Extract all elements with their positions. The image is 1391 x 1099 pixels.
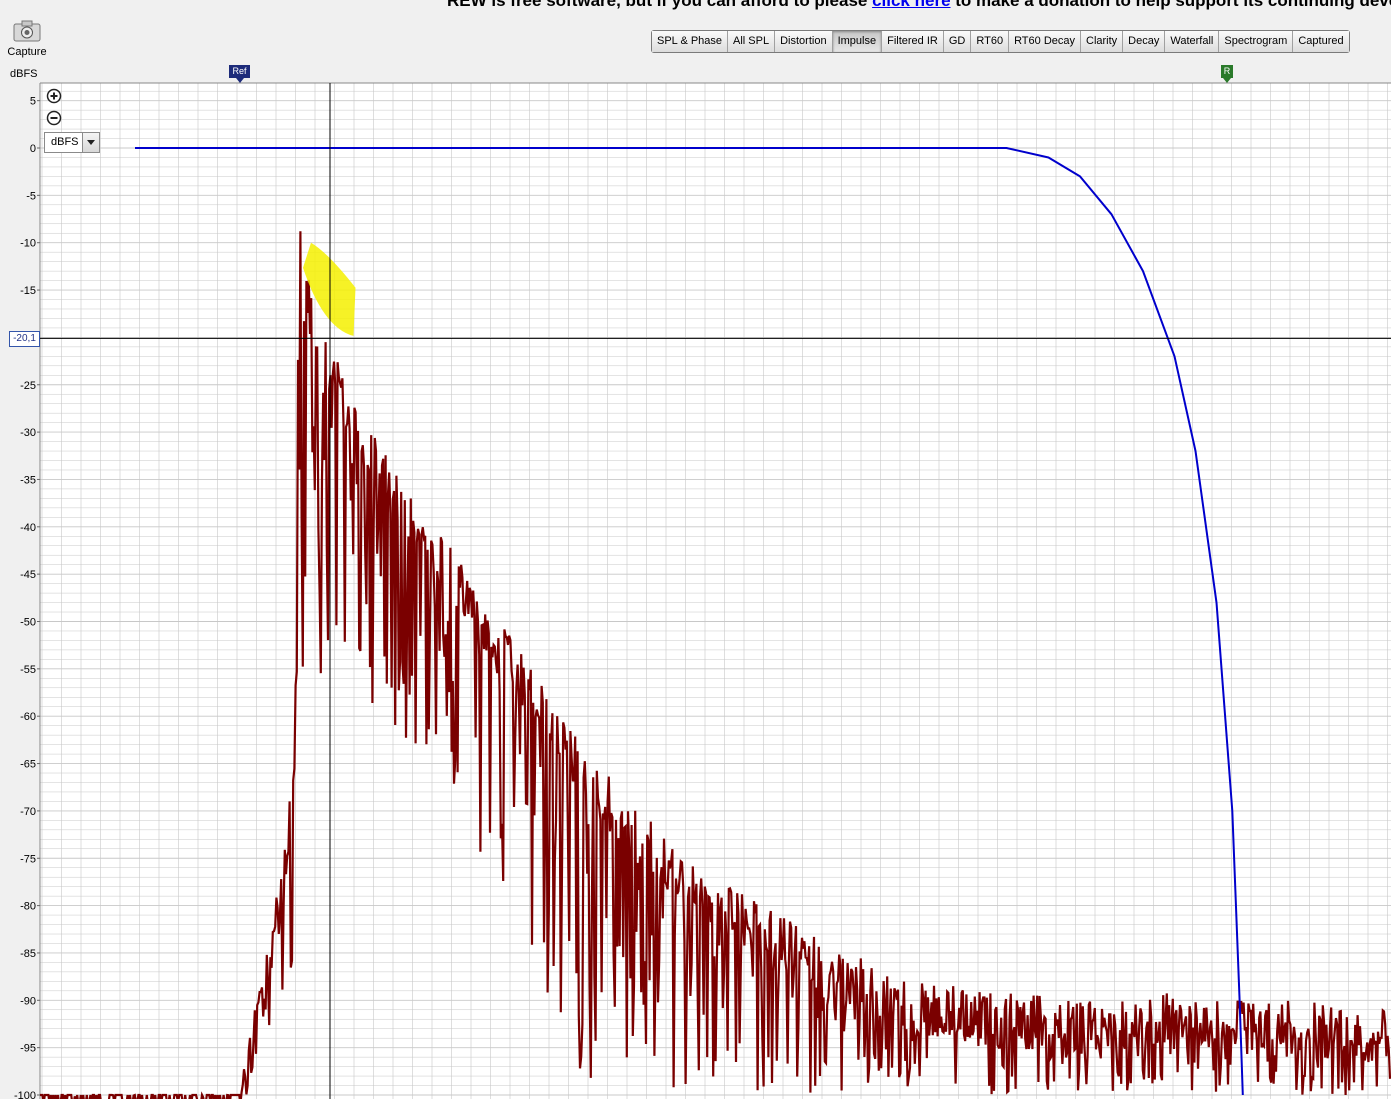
y-tick-label: -100 [14,1090,36,1099]
y-tick-label: -30 [20,427,36,439]
y-tick-label: -10 [20,238,36,250]
y-tick-label: -60 [20,711,36,723]
y-tick-label: -75 [20,853,36,865]
ref-marker[interactable]: Ref [229,65,250,83]
unit-dropdown-value: dBFS [51,136,79,148]
y-tick-label: -80 [20,901,36,913]
zoom-out-icon[interactable] [46,110,62,126]
y-tick-label: -85 [20,948,36,960]
y-tick-label: -95 [20,1043,36,1055]
y-tick-label: -65 [20,759,36,771]
unit-dropdown[interactable]: dBFS [44,132,100,153]
y-tick-label: -90 [20,995,36,1007]
chevron-down-icon[interactable] [82,133,99,152]
y-tick-label: -40 [20,522,36,534]
right-window-marker[interactable]: R [1221,65,1233,83]
y-tick-label: 0 [30,143,36,155]
cursor-readout: -20,1 [9,331,40,347]
plot-area[interactable] [40,83,1391,1099]
y-tick-label: -15 [20,285,36,297]
y-tick-label: -70 [20,806,36,818]
y-tick-label: -55 [20,664,36,676]
y-tick-label: -50 [20,617,36,629]
y-tick-label: -45 [20,569,36,581]
zoom-in-icon[interactable] [46,88,62,104]
y-tick-label: -25 [20,380,36,392]
y-tick-label: -35 [20,474,36,486]
impulse-chart[interactable]: 50-5-10-15-20-25-30-35-40-45-50-55-60-65… [0,0,1391,1099]
y-tick-label: 5 [30,96,36,108]
y-tick-label: -5 [26,190,36,202]
